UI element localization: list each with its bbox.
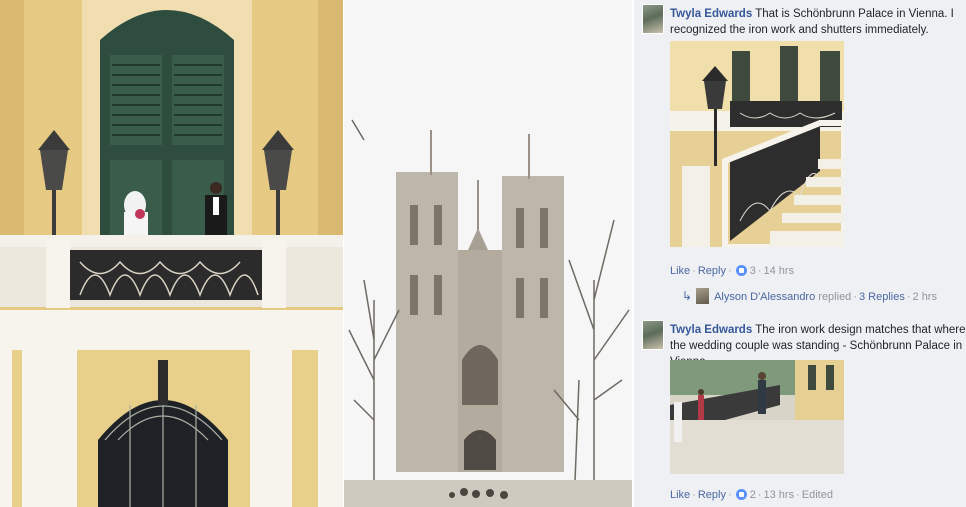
- reply-link[interactable]: Reply: [698, 489, 726, 501]
- comment-time[interactable]: 13 hrs: [764, 489, 795, 501]
- reaction-count[interactable]: 2: [750, 489, 756, 501]
- cathedral-photo: [344, 0, 632, 507]
- replier-name[interactable]: Alyson D'Alessandro: [714, 291, 815, 303]
- commenter-avatar[interactable]: [642, 4, 664, 34]
- comments-panel: Twyla Edwards That is Schönbrunn Palace i…: [634, 0, 966, 507]
- like-icon: [735, 265, 747, 276]
- commenter-avatar[interactable]: [642, 320, 664, 350]
- replies-summary[interactable]: ↳ Alyson D'Alessandro replied · 3 Replies · 2…: [682, 288, 937, 304]
- palace-balcony-photo: [0, 0, 343, 507]
- like-link[interactable]: Like: [670, 489, 690, 501]
- reply-avatar: [696, 288, 710, 304]
- reply-arrow-icon: ↳: [682, 289, 693, 303]
- comment-time[interactable]: 14 hrs: [764, 265, 795, 277]
- reply-time: 2 hrs: [912, 291, 937, 303]
- like-icon: [735, 489, 747, 500]
- edited-label[interactable]: Edited: [802, 489, 833, 501]
- reply-link[interactable]: Reply: [698, 265, 726, 277]
- comment-author[interactable]: Twyla Edwards: [670, 8, 752, 20]
- reply-count[interactable]: 3 Replies: [859, 291, 905, 303]
- comment-photo-staircase[interactable]: [670, 41, 844, 247]
- comment-text-block: Twyla Edwards That is Schönbrunn Palace i…: [670, 6, 966, 38]
- comment-author[interactable]: Twyla Edwards: [670, 324, 752, 336]
- comment-actions: Like · Reply · 3 · 14 hrs: [670, 265, 795, 277]
- like-link[interactable]: Like: [670, 265, 690, 277]
- reaction-count[interactable]: 3: [750, 265, 756, 277]
- reply-action: replied: [818, 291, 852, 303]
- comment-photo-courtyard[interactable]: [670, 360, 844, 474]
- comment-actions: Like · Reply · 2 · 13 hrs · Edited: [670, 489, 833, 501]
